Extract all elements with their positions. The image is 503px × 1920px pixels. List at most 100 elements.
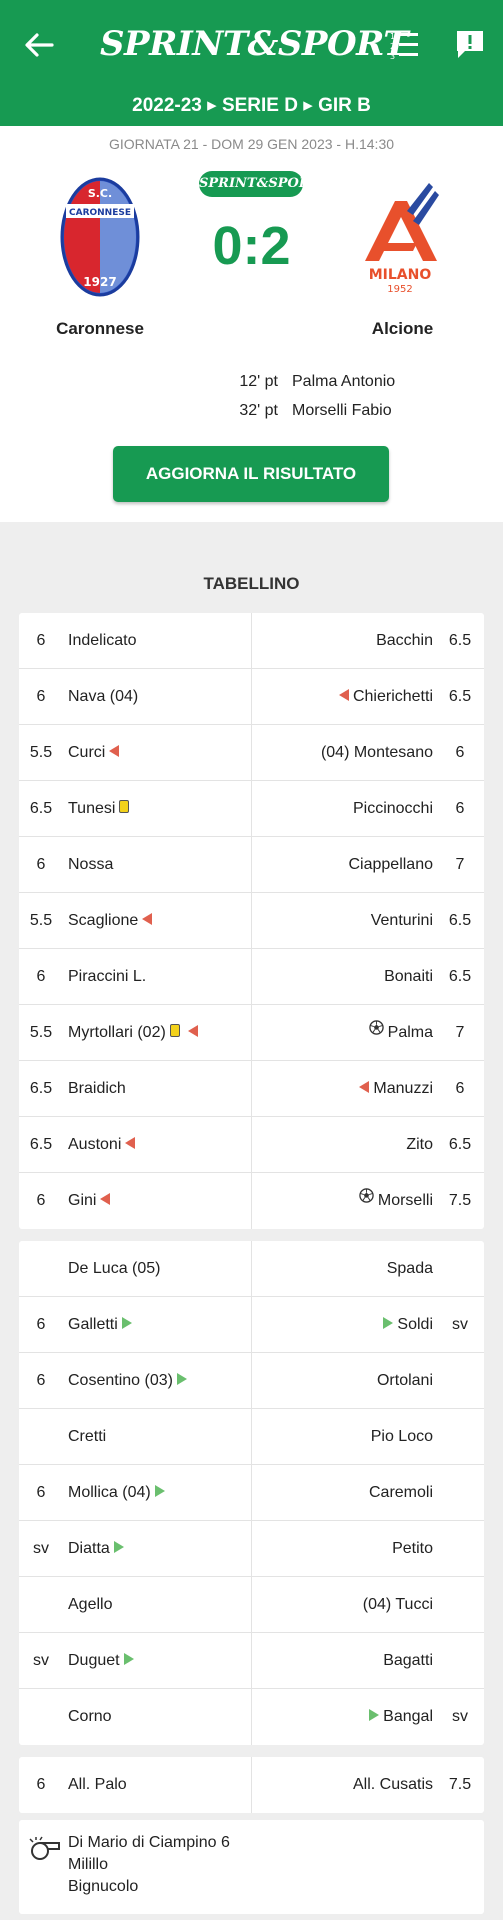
home-player-name[interactable]: Galletti <box>68 1297 136 1353</box>
away-player-label: Piccinocchi <box>352 800 433 817</box>
away-player-label: Morselli <box>377 1192 433 1210</box>
away-player-label: Venturini <box>370 912 433 929</box>
away-player-name[interactable]: Pio Loco <box>371 1409 433 1465</box>
lineup-row: 6.5 Braidich Manuzzi 6 <box>19 1061 484 1117</box>
home-player-grade: 5.5 <box>29 1024 53 1041</box>
home-player-name[interactable]: Scaglione <box>68 893 156 949</box>
substitution-in-icon <box>369 1708 380 1721</box>
away-player-name[interactable]: Chierichetti <box>335 669 433 725</box>
home-player-grade: 6 <box>36 1484 46 1501</box>
away-player-name[interactable]: (04) Montesano <box>321 725 433 781</box>
home-player-grade: 6 <box>36 688 46 705</box>
away-player-name[interactable]: Bacchin <box>376 613 433 669</box>
lineup-row: sv Duguet Bagatti <box>19 1633 484 1689</box>
away-player-grade: 6 <box>455 744 465 761</box>
away-player-name[interactable]: Zito <box>406 1117 433 1173</box>
away-player-name[interactable]: Bonaiti <box>384 949 433 1005</box>
svg-text:1927: 1927 <box>83 275 116 289</box>
away-player-label: Ortolani <box>376 1372 433 1389</box>
home-player-name[interactable]: De Luca (05) <box>68 1241 161 1297</box>
home-player-label: Scaglione <box>68 912 139 929</box>
home-player-name[interactable]: Piraccini L. <box>68 949 146 1005</box>
lineup-row: 6.5 Tunesi Piccinocchi 6 <box>19 781 484 837</box>
home-player-name[interactable]: Austoni <box>68 1117 139 1173</box>
away-player-name[interactable]: Bagatti <box>383 1633 433 1689</box>
away-player-name[interactable]: Soldi <box>379 1297 433 1353</box>
substitution-out-icon <box>338 688 349 701</box>
away-player-name[interactable]: Palma <box>365 1005 433 1061</box>
update-result-button[interactable]: AGGIORNA IL RISULTATO <box>113 446 389 502</box>
home-player-grade: 6 <box>36 1372 46 1389</box>
away-player-name[interactable]: Spada <box>387 1241 433 1297</box>
home-player-name[interactable]: Braidich <box>68 1061 126 1117</box>
home-player-name[interactable]: All. Palo <box>68 1757 127 1813</box>
home-player-name[interactable]: Tunesi <box>68 781 133 837</box>
substitution-in-icon <box>113 1540 124 1553</box>
away-player-name[interactable]: Manuzzi <box>355 1061 433 1117</box>
goal-minute: 32' pt <box>239 402 278 419</box>
home-player-label: Gini <box>68 1192 97 1209</box>
home-player-name[interactable]: Agello <box>68 1577 112 1633</box>
lineup-row: 6 Indelicato Bacchin 6.5 <box>19 613 484 669</box>
lineup-row: 6 Galletti Soldi sv <box>19 1297 484 1353</box>
match-score: 0:2 <box>212 216 291 276</box>
away-player-grade: 6.5 <box>448 632 472 649</box>
away-player-label: All. Cusatis <box>352 1776 433 1793</box>
away-player-name[interactable]: Piccinocchi <box>353 781 433 837</box>
home-player-name[interactable]: Cretti <box>68 1409 106 1465</box>
lineup-row: sv Diatta Petito <box>19 1521 484 1577</box>
breadcrumb[interactable]: 2022-23 ▸ SERIE D ▸ GIR B <box>0 92 503 126</box>
svg-text:CARONNESE: CARONNESE <box>69 208 131 218</box>
away-player-name[interactable]: Bangal <box>365 1689 433 1745</box>
svg-text:1: 1 <box>390 32 395 41</box>
home-team-name[interactable]: Caronnese <box>20 319 180 339</box>
home-player-grade: sv <box>33 1540 49 1557</box>
home-player-grade: 6.5 <box>29 1080 53 1097</box>
home-player-name[interactable]: Nava (04) <box>68 669 138 725</box>
back-arrow-icon[interactable] <box>22 28 56 62</box>
home-player-label: Austoni <box>68 1136 122 1153</box>
home-player-grade: 6 <box>36 1776 46 1793</box>
away-player-name[interactable]: Caremoli <box>369 1465 433 1521</box>
away-player-label: Bacchin <box>376 632 433 649</box>
home-player-name[interactable]: Indelicato <box>68 613 137 669</box>
lineup-row: 6 Gini Morselli 7.5 <box>19 1173 484 1229</box>
home-player-name[interactable]: Nossa <box>68 837 113 893</box>
away-player-name[interactable]: (04) Tucci <box>363 1577 433 1633</box>
away-player-name[interactable]: Petito <box>392 1521 433 1577</box>
home-player-grade: 6 <box>36 968 46 985</box>
home-player-label: Nava (04) <box>68 688 139 705</box>
home-player-name[interactable]: Duguet <box>68 1633 138 1689</box>
svg-text:3: 3 <box>390 52 395 61</box>
report-alert-icon[interactable] <box>454 28 486 62</box>
lineup-row: 6 Piraccini L. Bonaiti 6.5 <box>19 949 484 1005</box>
standings-list-icon[interactable]: 1 2 3 <box>388 28 420 62</box>
substitution-out-icon <box>187 1024 198 1037</box>
app-logo[interactable]: SPRINT&SPORT <box>100 22 409 66</box>
home-player-label: Agello <box>68 1596 113 1613</box>
home-player-name[interactable]: Myrtollari (02) <box>68 1005 202 1061</box>
goal-ball-icon <box>359 1171 374 1227</box>
away-player-name[interactable]: Ortolani <box>377 1353 433 1409</box>
away-player-label: Spada <box>386 1260 433 1277</box>
home-player-name[interactable]: Corno <box>68 1689 112 1745</box>
away-player-name[interactable]: All. Cusatis <box>353 1757 433 1813</box>
home-player-name[interactable]: Diatta <box>68 1521 128 1577</box>
away-player-name[interactable]: Venturini <box>371 893 433 949</box>
away-player-name[interactable]: Morselli <box>355 1173 433 1229</box>
goal-ball-icon <box>368 1003 384 1059</box>
assistant-referee-name: Milillo <box>68 1856 108 1873</box>
yellow-card-icon <box>119 800 130 814</box>
home-player-grade: 6 <box>36 1192 46 1209</box>
home-player-label: Nossa <box>68 856 114 873</box>
away-player-label: (04) Tucci <box>362 1596 433 1613</box>
away-player-name[interactable]: Ciappellano <box>348 837 433 893</box>
home-player-name[interactable]: Gini <box>68 1173 114 1229</box>
away-team-name[interactable]: Alcione <box>330 319 475 339</box>
away-player-label: Pio Loco <box>370 1428 433 1445</box>
home-player-name[interactable]: Mollica (04) <box>68 1465 169 1521</box>
home-player-name[interactable]: Cosentino (03) <box>68 1353 191 1409</box>
home-player-label: Duguet <box>68 1652 120 1669</box>
match-info: GIORNATA 21 - DOM 29 GEN 2023 - H.14:30 <box>108 136 395 152</box>
home-player-name[interactable]: Curci <box>68 725 123 781</box>
